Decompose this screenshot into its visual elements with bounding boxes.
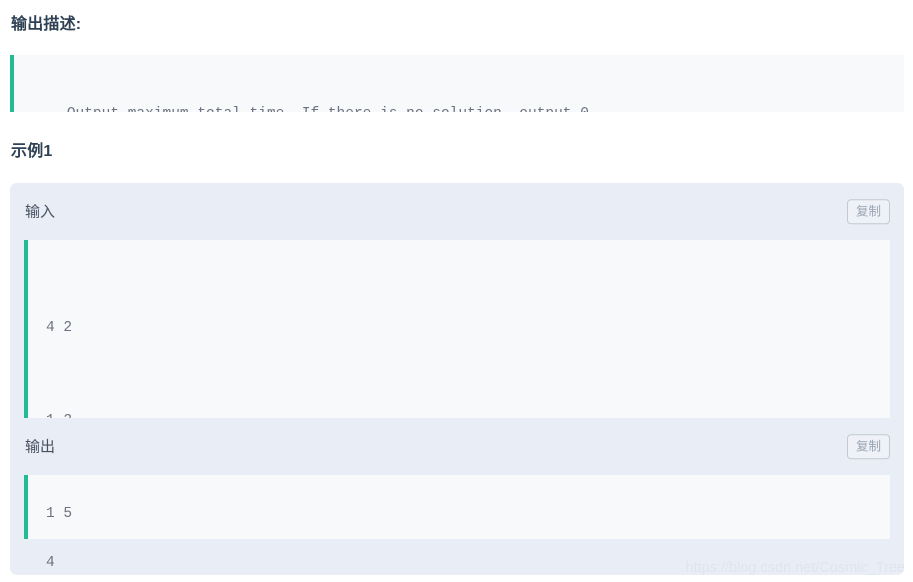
output-label: 输出 bbox=[25, 438, 56, 455]
output-description-codeblock: Output maximum total time. If there is n… bbox=[10, 55, 904, 112]
output-header: 输出 复制 bbox=[10, 418, 904, 475]
output-description-heading: 输出描述: bbox=[11, 16, 82, 33]
input-label: 输入 bbox=[25, 203, 56, 220]
output-line: 4 bbox=[46, 555, 55, 571]
copy-output-button[interactable]: 复制 bbox=[846, 433, 890, 460]
output-codeblock: 4 bbox=[24, 475, 890, 571]
example-heading: 示例1 bbox=[11, 143, 53, 160]
output-description-text: Output maximum total time. If there is n… bbox=[67, 106, 598, 112]
input-codeblock: 4 2 1 3 1 5 4 6 2 7 bbox=[24, 240, 890, 522]
problem-statement-page: 输出描述: Output maximum total time. If ther… bbox=[0, 0, 913, 582]
example-card: 输入 复制 4 2 1 3 1 5 4 6 2 7 输出 复制 4 bbox=[10, 183, 904, 575]
input-line: 4 2 bbox=[46, 320, 73, 336]
input-header: 输入 复制 bbox=[10, 183, 904, 240]
copy-input-button[interactable]: 复制 bbox=[846, 198, 890, 225]
